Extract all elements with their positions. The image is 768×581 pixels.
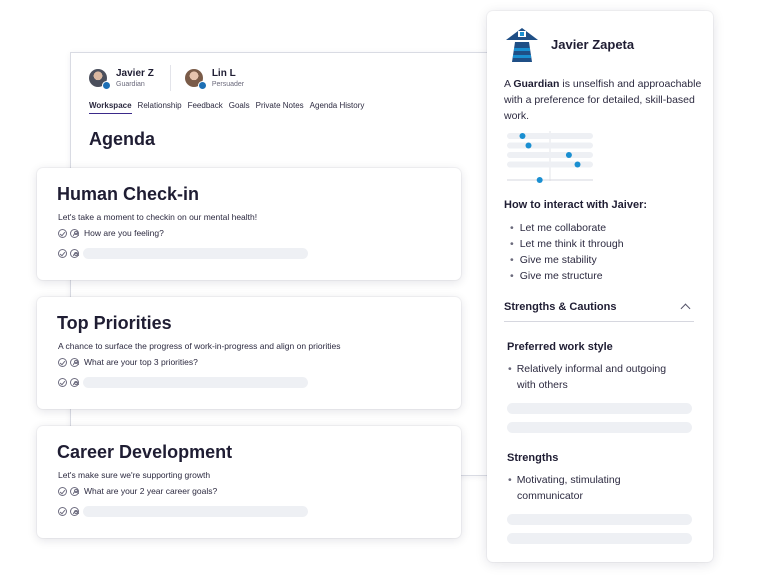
section-text: Relatively informal and outgoing with ot… [508, 361, 678, 393]
persuader-badge-icon [197, 81, 207, 90]
agenda-card-human-check-in[interactable]: Human Check-in Let's take a moment to ch… [37, 168, 461, 280]
tab-goals[interactable]: Goals [229, 101, 250, 114]
tab-relationship[interactable]: Relationship [138, 101, 182, 114]
card-title: Top Priorities [57, 313, 172, 333]
list-item: Let me collaborate [510, 220, 624, 236]
card-subtitle: A chance to surface the progress of work… [58, 341, 341, 351]
user-icon[interactable] [70, 249, 79, 258]
trait-dot [565, 152, 572, 158]
new-question-row[interactable] [58, 248, 308, 259]
profile-name: Javier Zapeta [551, 37, 635, 52]
divider [169, 65, 171, 91]
new-question-input[interactable] [83, 248, 308, 259]
placeholder-bar [507, 533, 692, 544]
question-row[interactable]: What are your top 3 priorities? [58, 357, 198, 367]
user-icon[interactable] [70, 507, 79, 516]
guardian-badge-icon [102, 81, 111, 90]
card-subtitle: Let's take a moment to checkin on our me… [58, 212, 258, 222]
new-question-input[interactable] [83, 506, 308, 517]
avatar [184, 69, 207, 90]
trait-dot [574, 161, 581, 168]
list-item: Let me think it through [510, 236, 624, 252]
new-question-row[interactable] [58, 377, 308, 388]
participant-name: Javier Z [116, 67, 154, 79]
section-heading-strengths: Strengths [507, 452, 559, 464]
check-icon[interactable] [58, 507, 67, 516]
agenda-card-career-development[interactable]: Career Development Let's make sure we're… [37, 426, 461, 538]
participant-role: Persuader [211, 80, 245, 88]
agenda-card-top-priorities[interactable]: Top Priorities A chance to surface the p… [37, 297, 461, 409]
user-icon[interactable] [70, 357, 79, 367]
participant-lin[interactable]: Lin L Persuader [184, 67, 245, 90]
question-text: How are you feeling? [84, 228, 164, 238]
divider [504, 321, 694, 322]
participant-name: Lin L [211, 67, 236, 79]
scale-row [507, 152, 593, 158]
avatar [89, 69, 111, 90]
question-text: What are your 2 year career goals? [84, 486, 218, 496]
trait-scale [507, 131, 593, 183]
card-title: Career Development [57, 442, 233, 462]
check-icon[interactable] [58, 228, 67, 238]
list-item: Give me structure [510, 268, 624, 284]
card-subtitle: Let's make sure we're supporting growth [58, 470, 211, 480]
tab-feedback[interactable]: Feedback [188, 101, 223, 114]
placeholder-bar [507, 422, 692, 433]
placeholder-bar [507, 514, 692, 525]
interact-list: Let me collaborate Let me think it throu… [510, 220, 624, 284]
section-text: Motivating, stimulating communicator [508, 472, 678, 504]
participant-javier[interactable]: Javier Z Guardian [89, 67, 154, 90]
profile-panel: Javier Zapeta A Guardian is unselfish an… [487, 11, 713, 562]
tab-private-notes[interactable]: Private Notes [256, 101, 304, 114]
check-icon[interactable] [58, 357, 67, 367]
list-item: Give me stability [510, 252, 624, 268]
check-icon[interactable] [58, 249, 67, 258]
interact-heading: How to interact with Jaiver: [504, 199, 648, 211]
trait-dot [536, 177, 543, 183]
section-heading-work-style: Preferred work style [507, 341, 613, 353]
personality-type: Guardian [513, 78, 560, 90]
user-icon[interactable] [70, 378, 79, 387]
new-question-row[interactable] [58, 506, 308, 517]
scale-row [507, 142, 593, 149]
tab-bar: Workspace Relationship Feedback Goals Pr… [89, 101, 370, 114]
new-question-input[interactable] [83, 377, 308, 388]
check-icon[interactable] [58, 378, 67, 387]
question-row[interactable]: How are you feeling? [58, 228, 164, 238]
tab-agenda-history[interactable]: Agenda History [310, 101, 365, 114]
card-title: Human Check-in [57, 184, 200, 204]
desc-prefix: A [504, 78, 514, 90]
tab-workspace[interactable]: Workspace [89, 101, 132, 114]
placeholder-bar [507, 403, 692, 414]
trait-dot [519, 133, 526, 139]
check-icon[interactable] [58, 486, 67, 496]
user-icon[interactable] [70, 228, 79, 238]
page-title: Agenda [89, 129, 156, 149]
question-row[interactable]: What are your 2 year career goals? [58, 486, 217, 496]
question-text: What are your top 3 priorities? [84, 357, 198, 367]
lighthouse-icon [506, 28, 538, 62]
user-icon[interactable] [70, 486, 79, 496]
participants: Javier Z Guardian Lin L Persuader [89, 65, 244, 91]
trait-dot [525, 142, 532, 149]
chevron-up-icon[interactable] [680, 303, 691, 314]
participant-role: Guardian [116, 80, 145, 88]
strengths-cautions-heading[interactable]: Strengths & Cautions [504, 301, 616, 313]
profile-description: A Guardian is unselfish and approachable… [504, 76, 704, 124]
